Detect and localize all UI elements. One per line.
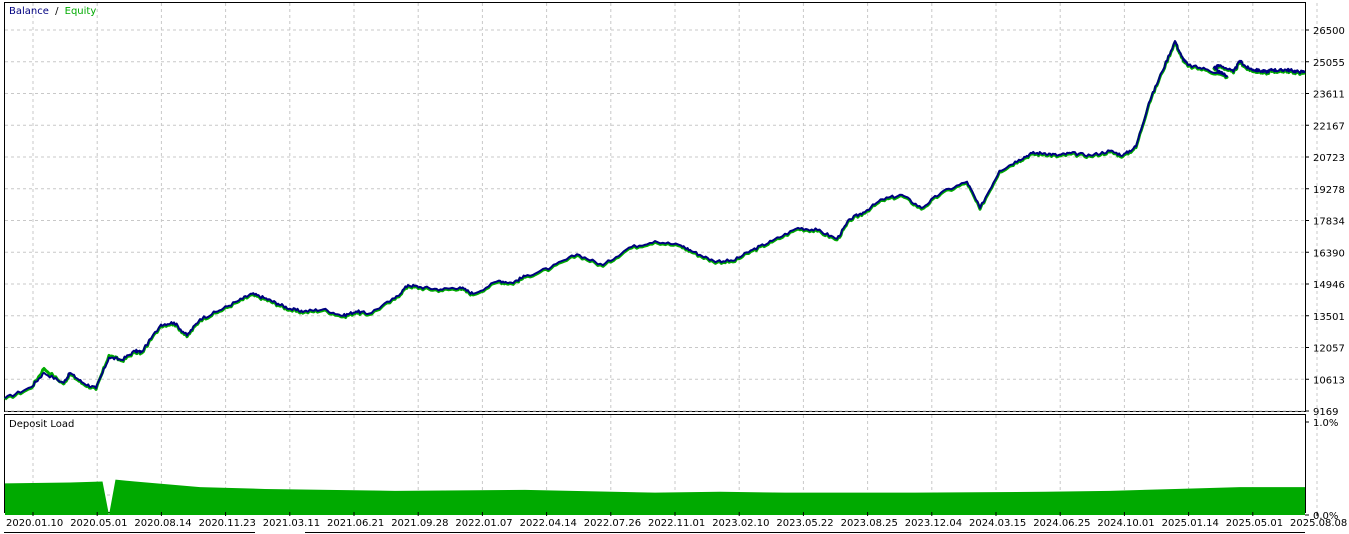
y-axis-ticks: 26500 25055 23611 22167 20723 19278 17834 16390…	[1305, 26, 1345, 418]
x-tick-label: 2025.08.08	[1290, 518, 1347, 529]
y-tick-label: 10613	[1313, 375, 1345, 386]
y-tick-label: 16390	[1313, 248, 1345, 259]
x-tick-label: 2022.11.01	[648, 518, 705, 529]
x-tick-label: 2024.03.15	[969, 518, 1026, 529]
y-tick-label: 26500	[1313, 26, 1345, 37]
x-tick-label: 2023.08.25	[841, 518, 898, 529]
lower-y-axis-ticks: 1.0%0.0%	[1305, 418, 1338, 522]
legend-balance-label: Balance	[9, 6, 49, 17]
legend-equity-label: Equity	[65, 6, 97, 17]
x-tick-label: 2021.06.21	[327, 518, 384, 529]
y-tick-label: 19278	[1313, 185, 1345, 196]
y-tick-label: 22167	[1313, 121, 1345, 132]
x-tick-label: 2022.01.07	[455, 518, 512, 529]
x-tick-label: 2023.02.10	[712, 518, 769, 529]
y-tick-label: 25055	[1313, 58, 1345, 69]
lower-y-tick-label: 1.0%	[1313, 418, 1338, 429]
lower-panel-title: Deposit Load	[9, 419, 74, 430]
x-tick-label: 2020.11.23	[199, 518, 256, 529]
y-tick-label: 17834	[1313, 217, 1345, 228]
x-tick-label: 2023.05.22	[776, 518, 833, 529]
x-tick-label: 2021.03.11	[263, 518, 320, 529]
y-tick-label: 23611	[1313, 90, 1345, 101]
y-tick-label: 14946	[1313, 280, 1345, 291]
y-tick-label: 12057	[1313, 344, 1345, 355]
main-panel-frame	[4, 2, 1306, 412]
legend-separator: /	[55, 6, 59, 17]
x-tick-label: 2024.10.01	[1097, 518, 1154, 529]
x-tick-label: 2025.05.01	[1226, 518, 1283, 529]
y-tick-label: 9169	[1313, 407, 1338, 418]
y-tick-label: 20723	[1313, 153, 1345, 164]
x-tick-label: 2023.12.04	[905, 518, 962, 529]
x-tick-label: 2020.05.01	[70, 518, 127, 529]
y-tick-label: 13501	[1313, 312, 1345, 323]
strategy-tester-chart: 26500 25055 23611 22167 20723 19278 17834 16390…	[4, 2, 1347, 533]
x-tick-label: 2022.07.26	[584, 518, 641, 529]
x-tick-label: 2021.09.28	[391, 518, 448, 529]
x-tick-label: 2022.04.14	[520, 518, 577, 529]
x-tick-label: 2025.01.14	[1162, 518, 1219, 529]
x-tick-label: 2020.08.14	[134, 518, 191, 529]
x-tick-label: 2020.01.10	[6, 518, 63, 529]
x-tick-label: 2024.06.25	[1033, 518, 1090, 529]
